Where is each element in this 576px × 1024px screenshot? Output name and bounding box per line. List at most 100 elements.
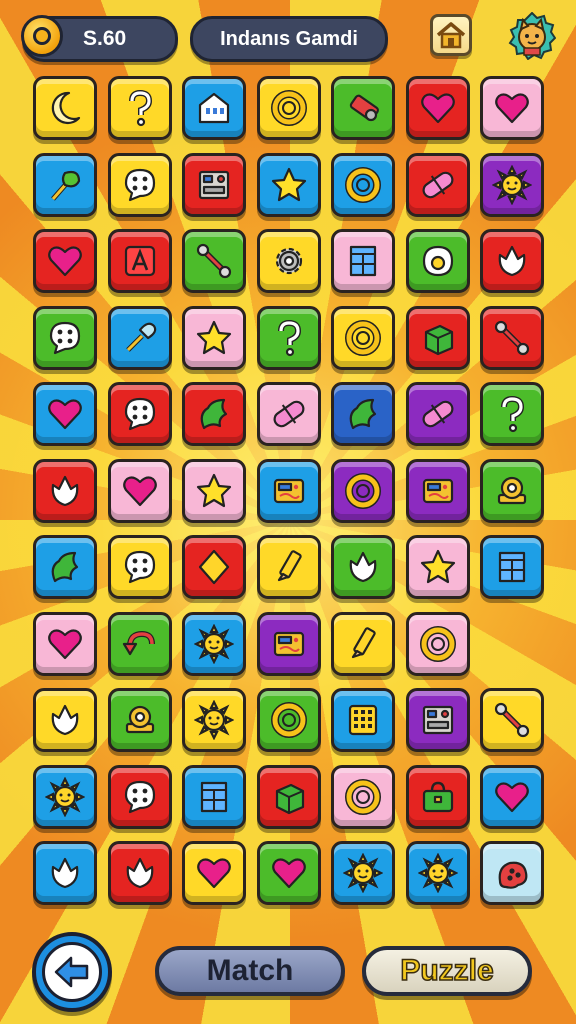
tile-star[interactable] bbox=[182, 305, 246, 370]
tile-heart[interactable] bbox=[33, 611, 97, 676]
tile-heart[interactable] bbox=[33, 382, 97, 446]
tile-pill[interactable] bbox=[405, 382, 470, 446]
tile-ring[interactable] bbox=[256, 688, 321, 752]
tile-egg[interactable] bbox=[405, 229, 470, 293]
tile-tape[interactable] bbox=[480, 458, 544, 523]
tile-letter-a[interactable] bbox=[107, 229, 172, 293]
tile-wrench[interactable] bbox=[480, 305, 544, 370]
tile-pencil[interactable] bbox=[256, 535, 321, 599]
tile-heart[interactable] bbox=[33, 229, 97, 293]
tulip-icon bbox=[51, 475, 79, 506]
tile-tulip[interactable] bbox=[33, 841, 97, 905]
tile-house[interactable] bbox=[182, 76, 246, 140]
tile-keypad[interactable] bbox=[331, 688, 395, 752]
tile-sun[interactable] bbox=[182, 611, 246, 676]
tile-sun[interactable] bbox=[480, 152, 544, 217]
tile-pencil[interactable] bbox=[331, 611, 395, 676]
tile-leaf-wand[interactable] bbox=[33, 152, 97, 217]
sun-icon bbox=[194, 623, 234, 664]
tile-dice-bubble[interactable] bbox=[107, 152, 172, 217]
heart-icon bbox=[48, 399, 82, 430]
tulip-icon bbox=[349, 551, 377, 583]
tile-sun[interactable] bbox=[331, 841, 395, 905]
tile-ring[interactable] bbox=[331, 458, 395, 523]
tile-sun[interactable] bbox=[405, 841, 470, 905]
tile-machine[interactable] bbox=[182, 152, 246, 217]
home-button[interactable] bbox=[430, 14, 472, 56]
window-icon bbox=[498, 551, 526, 583]
tile-pill[interactable] bbox=[256, 382, 321, 446]
tile-tape[interactable] bbox=[107, 688, 172, 752]
profile-avatar-button[interactable] bbox=[508, 11, 557, 61]
tile-leaf[interactable] bbox=[33, 535, 97, 599]
tile-wrench[interactable] bbox=[182, 229, 246, 293]
tile-roll[interactable] bbox=[331, 76, 395, 140]
tile-tulip[interactable] bbox=[331, 535, 395, 599]
tile-ring[interactable] bbox=[331, 152, 395, 217]
tile-ring[interactable] bbox=[405, 611, 470, 676]
tile-leaf[interactable] bbox=[331, 382, 395, 446]
tile-panel[interactable] bbox=[256, 611, 321, 676]
tile-heart[interactable] bbox=[182, 841, 246, 905]
tile-sun[interactable] bbox=[182, 688, 246, 752]
tile-dice-bubble[interactable] bbox=[33, 305, 97, 370]
crescent-icon bbox=[51, 91, 81, 125]
tile-arrow-turn[interactable] bbox=[107, 611, 172, 676]
sun-icon bbox=[417, 853, 458, 893]
tile-star[interactable] bbox=[405, 535, 470, 599]
tile-dice-bubble[interactable] bbox=[107, 764, 172, 829]
tile-heart[interactable] bbox=[480, 764, 544, 829]
tile-crescent[interactable] bbox=[33, 76, 97, 140]
leaf-icon bbox=[200, 398, 228, 430]
window-icon bbox=[349, 245, 377, 277]
tile-tulip[interactable] bbox=[107, 841, 172, 905]
tile-panel[interactable] bbox=[405, 458, 470, 523]
tile-dice-bubble[interactable] bbox=[107, 382, 172, 446]
star-icon bbox=[420, 549, 455, 584]
tile-board bbox=[33, 76, 547, 920]
tile-question[interactable] bbox=[256, 305, 321, 370]
tile-heart[interactable] bbox=[256, 841, 321, 905]
back-button[interactable] bbox=[32, 932, 112, 1012]
tile-star[interactable] bbox=[182, 458, 246, 523]
pill-icon bbox=[273, 400, 304, 428]
match-button[interactable]: Match bbox=[155, 946, 345, 996]
tile-ring[interactable] bbox=[256, 76, 321, 140]
tile-question[interactable] bbox=[107, 76, 172, 140]
puzzle-button[interactable]: Puzzle bbox=[362, 946, 532, 996]
tile-question[interactable] bbox=[480, 382, 544, 446]
leaf-wand-icon bbox=[51, 170, 81, 201]
tile-tulip[interactable] bbox=[33, 688, 97, 752]
panel-icon bbox=[273, 478, 304, 503]
tile-machine[interactable] bbox=[405, 688, 470, 752]
cat-avatar-icon bbox=[508, 11, 557, 61]
tile-tulip[interactable] bbox=[480, 229, 544, 293]
tile-tulip[interactable] bbox=[33, 458, 97, 523]
heart-icon bbox=[48, 246, 82, 277]
tile-bag[interactable] bbox=[405, 764, 470, 829]
tile-leaf[interactable] bbox=[182, 382, 246, 446]
tile-wrench[interactable] bbox=[480, 688, 544, 752]
tile-window[interactable] bbox=[331, 229, 395, 293]
tile-cube[interactable] bbox=[256, 764, 321, 829]
tile-panel[interactable] bbox=[256, 458, 321, 523]
tile-star[interactable] bbox=[256, 152, 321, 217]
tile-heart[interactable] bbox=[107, 458, 172, 523]
tile-blob[interactable] bbox=[480, 841, 544, 905]
tile-window[interactable] bbox=[480, 535, 544, 599]
tile-pill[interactable] bbox=[405, 152, 470, 217]
tile-diamond[interactable] bbox=[182, 535, 246, 599]
tile-window[interactable] bbox=[182, 764, 246, 829]
tile-heart[interactable] bbox=[480, 76, 544, 140]
tile-gear[interactable] bbox=[256, 229, 321, 293]
tile-sun[interactable] bbox=[33, 764, 97, 829]
sun-icon bbox=[492, 164, 532, 205]
question-icon bbox=[501, 395, 525, 433]
tile-ring[interactable] bbox=[331, 305, 395, 370]
tile-brush[interactable] bbox=[107, 305, 172, 370]
sun-icon bbox=[343, 853, 383, 893]
tile-ring[interactable] bbox=[331, 764, 395, 829]
tile-dice-bubble[interactable] bbox=[107, 535, 172, 599]
tile-heart[interactable] bbox=[405, 76, 470, 140]
tile-cube[interactable] bbox=[405, 305, 470, 370]
